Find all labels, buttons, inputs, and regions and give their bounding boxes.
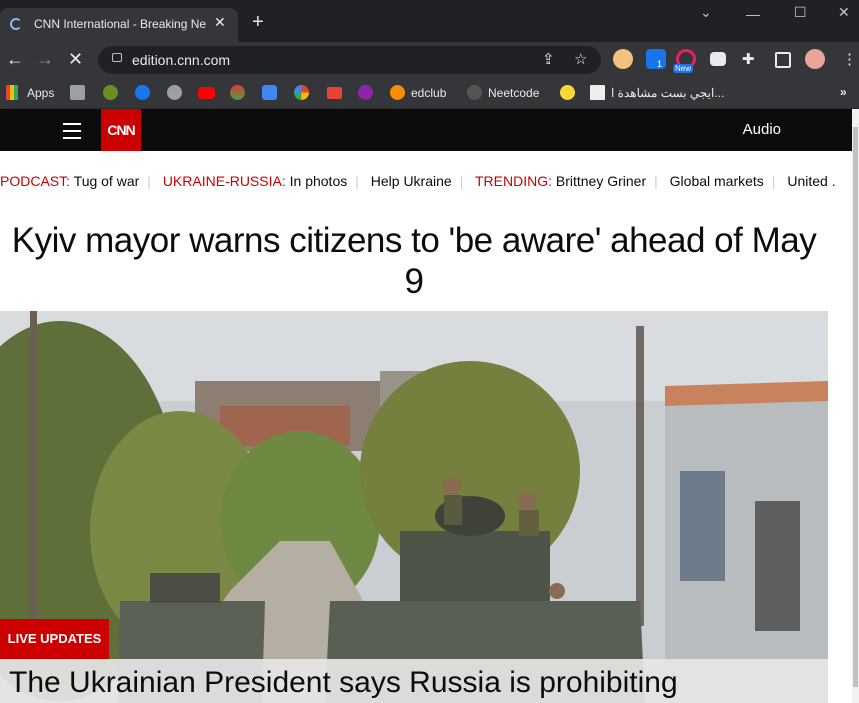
trending-item[interactable]: United . (787, 173, 835, 189)
divider: | (355, 173, 359, 189)
lock-icon[interactable] (112, 53, 122, 62)
divider: | (771, 173, 776, 189)
trending-bar: PODCAST: Tug of war | UKRAINE-RUSSIA: In … (0, 173, 846, 191)
translate-icon (262, 85, 277, 101)
extension-rainbow-icon[interactable]: New (673, 49, 696, 73)
bookmark-neetcode[interactable]: Neetcode (467, 85, 539, 101)
scrollbar-thumb[interactable] (853, 127, 858, 687)
bookmark-icon-2[interactable] (103, 85, 124, 101)
share-icon[interactable]: ⇪ (542, 50, 555, 68)
trending-item[interactable]: PODCAST: Tug of war (0, 173, 139, 189)
bookmark-translate[interactable] (262, 85, 283, 101)
divider: | (459, 173, 464, 189)
cnn-logo[interactable]: CNN (101, 109, 141, 151)
url-text[interactable]: edition.cnn.com (132, 52, 230, 68)
bookmark-edclub[interactable]: edclub (390, 85, 446, 101)
extensions-puzzle-icon[interactable]: ✚ (742, 50, 755, 68)
loading-spinner-icon (10, 18, 22, 30)
yellow-icon (560, 85, 575, 101)
stack-icon (230, 85, 245, 101)
extension-chart-icon[interactable] (710, 52, 726, 66)
bookmark-globe[interactable] (167, 85, 188, 101)
trending-item[interactable]: UKRAINE-RUSSIA: In photos (163, 173, 347, 189)
extension-new-badge: New (673, 64, 694, 73)
hamburger-menu-icon[interactable] (63, 123, 81, 144)
tab-title: CNN International - Breaking Ne (34, 17, 207, 31)
audio-link[interactable]: Audio (743, 121, 781, 138)
tab-search-icon[interactable]: ⌄ (700, 4, 712, 21)
bookmarks-overflow-icon[interactable]: » (840, 85, 847, 101)
google-icon (294, 85, 309, 101)
trending-item[interactable]: TRENDING: Brittney Griner (475, 173, 646, 189)
bookmark-youtube[interactable] (198, 85, 221, 101)
bookmark-facebook[interactable] (135, 85, 156, 101)
browser-tab[interactable]: CNN International - Breaking Ne ✕ (0, 8, 238, 42)
side-panel-icon[interactable] (775, 52, 791, 68)
extension-blue-icon[interactable]: 1 (646, 49, 666, 69)
bookmark-icon-1[interactable] (70, 85, 91, 101)
minimize-button[interactable]: — (746, 6, 760, 22)
divider: | (654, 173, 658, 189)
bookmark-star-icon[interactable]: ☆ (574, 50, 587, 68)
photo-credit (816, 318, 826, 408)
edclub-icon (390, 85, 405, 101)
bookmark-arabic[interactable]: ايجي بست مشاهدة ا... (590, 85, 724, 101)
tree-icon (103, 85, 118, 101)
gmail-icon (327, 86, 342, 99)
bookmark-icon-3[interactable] (230, 85, 251, 101)
menu-kebab-icon[interactable]: ⋮ (842, 50, 857, 68)
close-tab-icon[interactable]: ✕ (214, 14, 226, 31)
subheadline[interactable]: The Ukrainian President says Russia is p… (9, 666, 678, 700)
headline[interactable]: Kyiv mayor warns citizens to 'be aware' … (0, 220, 828, 302)
cnn-header: CNN Audio (0, 109, 852, 151)
back-button[interactable]: ← (6, 50, 24, 68)
close-window-button[interactable]: ✕ (838, 4, 850, 21)
divider: | (147, 173, 151, 189)
browser-tab-strip: CNN International - Breaking Ne ✕ + ⌄ — … (0, 0, 859, 42)
profile-avatar[interactable] (805, 49, 825, 69)
page-icon (70, 85, 85, 101)
extension-count-badge: 1 (654, 59, 666, 69)
browser-toolbar: ← → ✕ edition.cnn.com ⇪ ☆ 1 New ✚ ⋮ (0, 42, 859, 78)
bookmark-icon-4[interactable] (358, 85, 379, 101)
hero-image[interactable] (0, 311, 828, 703)
live-updates-badge[interactable]: LIVE UPDATES (0, 619, 109, 659)
bookmark-gmail[interactable] (327, 85, 348, 101)
purple-u-icon (358, 85, 373, 101)
youtube-icon (198, 86, 215, 99)
egybest-icon (590, 85, 605, 101)
facebook-icon (135, 85, 150, 101)
new-tab-button[interactable]: + (252, 12, 264, 32)
trending-item[interactable]: Global markets (670, 173, 764, 189)
neetcode-icon (467, 85, 482, 101)
bookmark-google[interactable] (294, 85, 315, 101)
maximize-button[interactable]: ☐ (794, 4, 807, 21)
trending-item[interactable]: Help Ukraine (371, 173, 452, 189)
page-scrollbar[interactable] (852, 109, 859, 703)
stop-loading-button[interactable]: ✕ (68, 50, 83, 68)
globe-icon (167, 85, 182, 101)
extension-owl-icon[interactable] (613, 49, 633, 69)
address-bar[interactable]: edition.cnn.com ⇪ ☆ (98, 46, 601, 74)
bookmark-apps[interactable]: Apps (6, 85, 54, 101)
forward-button[interactable]: → (36, 50, 54, 68)
apps-grid-icon (6, 85, 21, 101)
bookmark-icon-5[interactable] (560, 85, 581, 101)
bookmarks-bar: Apps edclub Neetcode ايجي بست مشاهدة ا..… (0, 78, 859, 109)
